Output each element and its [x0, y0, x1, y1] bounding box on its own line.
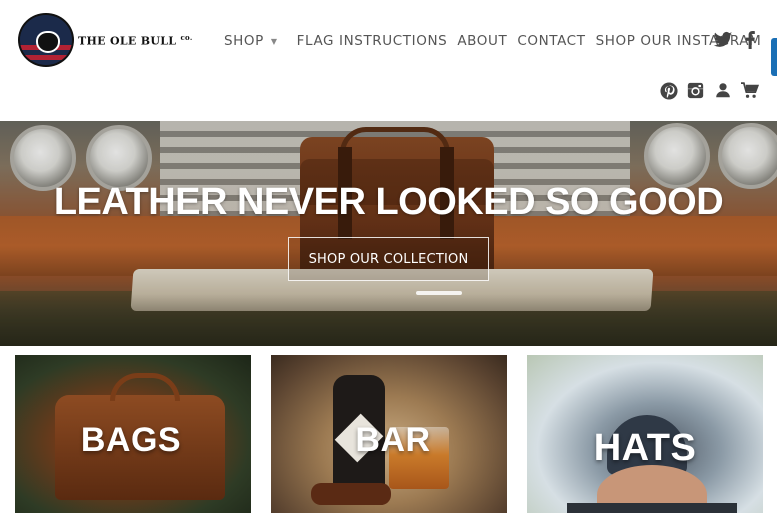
slider-indicator[interactable] [416, 291, 462, 295]
account-icon[interactable] [715, 82, 731, 103]
nav-item-instagram-shop[interactable]: SHOP OUR INSTAGRAM [596, 33, 762, 49]
shop-collection-button[interactable]: SHOP OUR COLLECTION [288, 237, 489, 281]
category-grid: BAGS BAR HATS [0, 355, 777, 530]
hero-banner: LEATHER NEVER LOOKED SO GOOD SHOP OUR CO… [0, 121, 777, 346]
nav-item-shop[interactable]: SHOP ▼ [224, 33, 278, 49]
main-nav: SHOP ▼ FLAG INSTRUCTIONS ABOUT CONTACT SH… [224, 33, 771, 49]
logo-badge-icon [18, 13, 74, 67]
category-tile-bar[interactable]: BAR [271, 355, 507, 513]
category-label: BAGS [80, 421, 182, 459]
feedback-tab[interactable] [771, 38, 777, 76]
category-tile-bags[interactable]: BAGS [15, 355, 251, 513]
logo[interactable]: THE OLE BULL co. [18, 13, 193, 67]
nav-item-about[interactable]: ABOUT [457, 33, 507, 49]
nav-item-flag-instructions[interactable]: FLAG INSTRUCTIONS [297, 33, 448, 49]
chevron-down-icon: ▼ [270, 36, 278, 46]
nav-item-contact[interactable]: CONTACT [517, 33, 585, 49]
category-label: HATS [593, 427, 697, 469]
twitter-icon[interactable] [713, 31, 733, 49]
cart-icon[interactable] [741, 82, 760, 104]
nav-item-label: SHOP [224, 33, 264, 49]
site-header: THE OLE BULL co. SHOP ▼ FLAG INSTRUCTIONS… [0, 0, 777, 121]
category-tile-hats[interactable]: HATS [527, 355, 763, 513]
category-label: BAR [355, 421, 431, 459]
facebook-icon[interactable] [744, 31, 756, 49]
logo-text: THE OLE BULL co. [78, 32, 193, 48]
instagram-icon[interactable] [687, 82, 704, 104]
hero-title: LEATHER NEVER LOOKED SO GOOD [53, 181, 724, 223]
pinterest-icon[interactable] [660, 82, 678, 105]
